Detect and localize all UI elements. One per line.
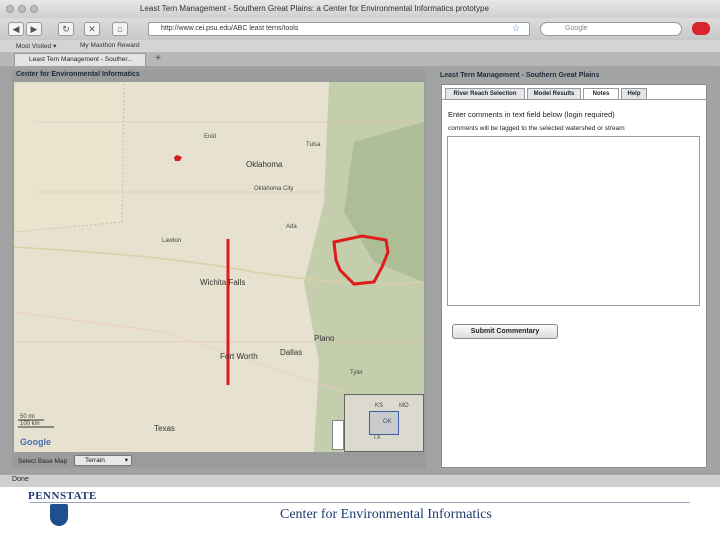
status-text: Done bbox=[12, 476, 29, 483]
window-titlebar: Least Tern Management - Southern Great P… bbox=[0, 0, 720, 19]
tab-river-reach-selection[interactable]: River Reach Selection bbox=[445, 88, 525, 99]
tern-site-marker[interactable] bbox=[174, 155, 182, 161]
bookmark-star-icon[interactable]: ☆ bbox=[512, 23, 520, 34]
page-content: Center for Environmental Informatics Okl… bbox=[0, 66, 720, 474]
map-frame: Center for Environmental Informatics Okl… bbox=[12, 70, 426, 468]
base-map-label: Select Base Map bbox=[18, 458, 68, 465]
label-oklahoma-city: Oklahoma City bbox=[254, 186, 294, 192]
overview-map[interactable]: KS MO OK TX bbox=[344, 394, 424, 452]
search-input[interactable]: Google bbox=[540, 22, 682, 36]
notes-instructions: Enter comments in text field below (logi… bbox=[448, 110, 615, 119]
label-ada: Ada bbox=[286, 224, 297, 230]
map-panel-title: Center for Environmental Informatics bbox=[16, 71, 140, 78]
browser-toolbar: ◀ ▶ ↻ ✕ ⌂ http://www.cei.psu.edu/ABC lea… bbox=[0, 18, 720, 40]
home-icon[interactable]: ⌂ bbox=[112, 22, 128, 36]
pennstate-logo: PENNSTATE bbox=[28, 490, 97, 502]
base-map-value: Terrain bbox=[85, 457, 105, 464]
zoom-window-button[interactable] bbox=[30, 5, 38, 13]
minimize-window-button[interactable] bbox=[18, 5, 26, 13]
side-panel: Least Tern Management - Southern Great P… bbox=[434, 70, 712, 470]
scale-label-km: 100 km bbox=[20, 421, 40, 427]
tab-help[interactable]: Help bbox=[621, 88, 647, 99]
url-input[interactable]: http://www.cei.psu.edu/ABC least terns/t… bbox=[148, 22, 530, 36]
label-plano: Plano bbox=[314, 334, 335, 343]
window-title: Least Tern Management - Southern Great P… bbox=[140, 4, 489, 13]
overview-viewport[interactable] bbox=[369, 411, 399, 435]
label-wichita-falls: Wichita Falls bbox=[200, 278, 246, 287]
label-fort-worth: Fort Worth bbox=[220, 352, 258, 361]
submit-commentary-button[interactable]: Submit Commentary bbox=[452, 324, 558, 339]
label-tulsa: Tulsa bbox=[306, 142, 321, 148]
bookmarks-bar: Most Visited ▾ My Maxthon Reward bbox=[0, 40, 720, 52]
tab-strip: Least Tern Management - Souther... + bbox=[0, 52, 720, 66]
zoom-control[interactable] bbox=[332, 420, 344, 450]
pennstate-shield-icon bbox=[50, 504, 68, 526]
status-bar: Done bbox=[0, 474, 720, 487]
tab-divider bbox=[442, 99, 706, 100]
label-tyler: Tyler bbox=[350, 370, 364, 376]
scale-label-mi: 50 mi bbox=[20, 414, 35, 420]
tab-model-results[interactable]: Model Results bbox=[527, 88, 581, 99]
forward-arrow-icon[interactable]: ▶ bbox=[26, 22, 42, 36]
stop-icon[interactable]: ✕ bbox=[84, 22, 100, 36]
chevron-down-icon: ▾ bbox=[124, 457, 128, 464]
label-dallas: Dallas bbox=[280, 348, 303, 357]
reload-icon[interactable]: ↻ bbox=[58, 22, 74, 36]
comment-textarea[interactable] bbox=[447, 136, 700, 306]
footer: PENNSTATE Center for Environmental Infor… bbox=[0, 487, 720, 540]
base-map-select[interactable]: Terrain ▾ bbox=[74, 455, 132, 466]
back-arrow-icon[interactable]: ◀ bbox=[8, 22, 24, 36]
label-enid: Enid bbox=[204, 134, 217, 140]
addon-icon[interactable] bbox=[692, 22, 710, 35]
footer-org-name: Center for Environmental Informatics bbox=[280, 507, 492, 522]
notes-tagging-note: comments will be tagged to the selected … bbox=[448, 125, 625, 132]
overview-label-ks: KS bbox=[375, 403, 384, 409]
overview-label-mo: MO bbox=[399, 403, 409, 409]
label-oklahoma: Oklahoma bbox=[246, 160, 283, 169]
close-window-button[interactable] bbox=[6, 5, 14, 13]
browser-tab[interactable]: Least Tern Management - Souther... bbox=[14, 53, 146, 66]
google-logo: Google bbox=[20, 437, 51, 447]
new-tab-button[interactable]: + bbox=[150, 53, 166, 65]
footer-divider bbox=[30, 502, 690, 503]
label-lawton: Lawton bbox=[162, 238, 182, 244]
label-texas: Texas bbox=[154, 424, 175, 433]
bookmark-maxthon-reward[interactable]: My Maxthon Reward bbox=[80, 42, 140, 49]
side-panel-title: Least Tern Management - Southern Great P… bbox=[440, 72, 600, 79]
side-panel-body: River Reach Selection Model Results Note… bbox=[441, 84, 707, 468]
bookmark-most-visited[interactable]: Most Visited ▾ bbox=[16, 42, 56, 50]
terrain-map[interactable]: Oklahoma Oklahoma City Tulsa Enid Lawton… bbox=[14, 82, 424, 452]
panhandle-region bbox=[14, 82, 125, 233]
overview-label-tx: TX bbox=[373, 435, 381, 441]
